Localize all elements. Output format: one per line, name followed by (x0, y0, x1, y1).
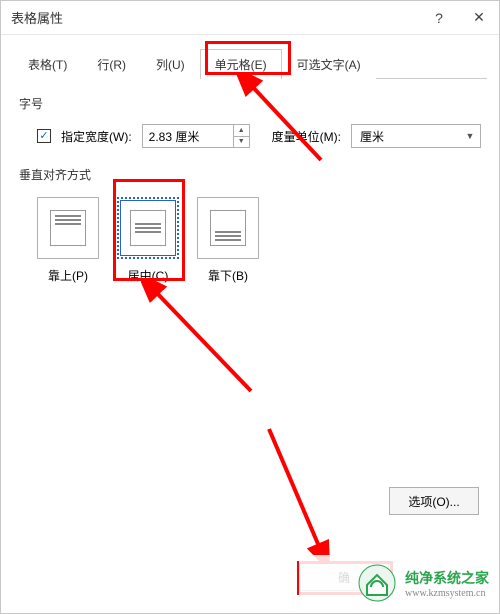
preferred-width-input[interactable]: 2.83 厘米 ▲ ▼ (142, 124, 250, 148)
tab-cell[interactable]: 单元格(E) (200, 49, 282, 79)
valign-center-option[interactable]: 居中(C) (117, 197, 179, 284)
valign-group-label: 垂直对齐方式 (19, 166, 481, 183)
tab-column[interactable]: 列(U) (141, 49, 200, 79)
preferred-width-row: ✓ 指定宽度(W): 2.83 厘米 ▲ ▼ 度量单位(M): 厘米 ▼ (37, 124, 481, 148)
valign-bottom-icon (197, 197, 259, 259)
valign-bottom-option[interactable]: 靠下(B) (197, 197, 259, 284)
tab-table[interactable]: 表格(T) (13, 49, 82, 79)
titlebar: 表格属性 ? ✕ (1, 1, 499, 35)
watermark: 纯净系统之家 www.kzmsystem.cn (299, 555, 499, 611)
size-group-label: 字号 (19, 95, 481, 112)
valign-center-icon (117, 197, 179, 259)
close-button[interactable]: ✕ (459, 1, 499, 35)
preferred-width-checkbox[interactable]: ✓ (37, 129, 51, 143)
watermark-text: 纯净系统之家 www.kzmsystem.cn (405, 568, 489, 599)
annotation-arrow-3 (261, 421, 341, 561)
valign-options: 靠上(P) 居中(C) 靠下(B (37, 197, 481, 284)
help-button[interactable]: ? (419, 1, 459, 35)
chevron-down-icon: ▼ (460, 131, 480, 141)
watermark-zh: 纯净系统之家 (405, 568, 489, 588)
tab-row[interactable]: 行(R) (82, 49, 141, 79)
spin-up-icon[interactable]: ▲ (234, 125, 249, 137)
vertical-align-group: 垂直对齐方式 靠上(P) 居中(C) (19, 166, 481, 284)
watermark-logo-icon (357, 563, 397, 603)
tab-content: 字号 ✓ 指定宽度(W): 2.83 厘米 ▲ ▼ 度量单位(M): 厘米 ▼ … (1, 79, 499, 284)
preferred-width-label: 指定宽度(W): (61, 128, 132, 145)
tab-bar: 表格(T) 行(R) 列(U) 单元格(E) 可选文字(A) (13, 49, 487, 79)
options-button[interactable]: 选项(O)... (389, 487, 479, 515)
valign-center-label: 居中(C) (128, 267, 169, 284)
spinner[interactable]: ▲ ▼ (233, 125, 249, 147)
valign-top-icon (37, 197, 99, 259)
close-icon: ✕ (473, 9, 485, 26)
unit-label: 度量单位(M): (272, 128, 341, 145)
valign-top-option[interactable]: 靠上(P) (37, 197, 99, 284)
preferred-width-value: 2.83 厘米 (143, 125, 233, 147)
annotation-arrow-2 (141, 281, 261, 401)
unit-select[interactable]: 厘米 ▼ (351, 124, 481, 148)
unit-value: 厘米 (352, 128, 392, 145)
window-title: 表格属性 (11, 8, 419, 27)
table-properties-dialog: 表格属性 ? ✕ 表格(T) 行(R) 列(U) 单元格(E) 可选文字(A) … (0, 0, 500, 614)
watermark-en: www.kzmsystem.cn (405, 588, 485, 599)
spin-down-icon[interactable]: ▼ (234, 137, 249, 148)
tab-alttext[interactable]: 可选文字(A) (282, 49, 376, 79)
valign-bottom-label: 靠下(B) (208, 267, 248, 284)
valign-top-label: 靠上(P) (48, 267, 88, 284)
